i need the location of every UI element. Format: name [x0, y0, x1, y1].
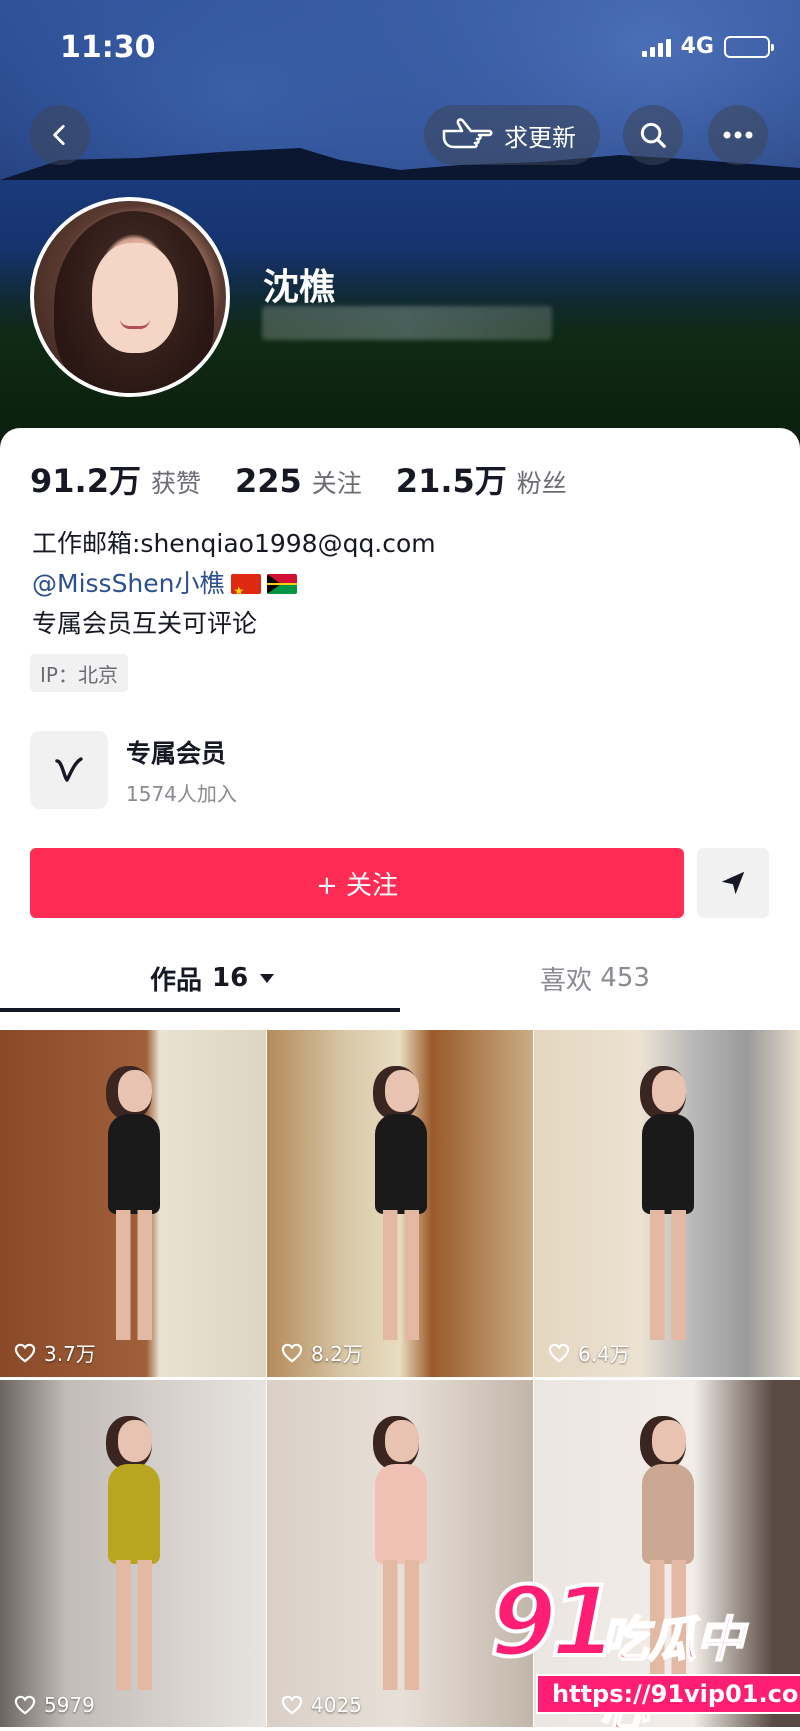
- search-button[interactable]: [623, 105, 683, 165]
- content-tabs: 作品 16 喜欢 453: [0, 948, 800, 1012]
- stat-following-value: 225: [234, 462, 302, 500]
- heart-icon: [14, 1695, 36, 1715]
- bio-mention-link[interactable]: @MissShen小樵: [32, 569, 225, 598]
- more-button[interactable]: [708, 105, 768, 165]
- avatar[interactable]: [30, 197, 230, 397]
- profile-stats: 91.2万 获赞 225 关注 21.5万 粉丝: [30, 456, 567, 502]
- membership-text: 专属会员 1574人加入: [126, 734, 237, 807]
- vanuatu-flag-icon: [266, 574, 297, 594]
- request-update-button[interactable]: 求更新: [424, 105, 600, 165]
- video-likes: 2384: [548, 1693, 629, 1717]
- back-button[interactable]: [30, 105, 90, 165]
- video-likes-count: 2384: [578, 1693, 629, 1717]
- stat-following[interactable]: 225 关注: [235, 462, 362, 500]
- stat-following-label: 关注: [311, 469, 362, 498]
- follow-label: + 关注: [315, 870, 399, 901]
- status-time: 11:30: [60, 30, 156, 65]
- video-thumbnail[interactable]: 5979: [0, 1380, 266, 1727]
- stat-likes-value: 91.2万: [30, 462, 141, 500]
- battery-icon: [724, 35, 774, 58]
- video-likes-count: 8.2万: [311, 1342, 363, 1366]
- stat-followers-value: 21.5万: [395, 462, 507, 500]
- video-likes-count: 4025: [311, 1693, 362, 1717]
- video-figure: [632, 1070, 702, 1350]
- profile-name: 沈樵: [263, 267, 336, 308]
- pointing-hand-icon: [442, 118, 493, 149]
- tab-works-count: 16: [212, 963, 249, 993]
- membership-entry[interactable]: 专属会员 1574人加入: [30, 731, 237, 809]
- video-figure: [632, 1420, 702, 1700]
- request-update-label: 求更新: [504, 123, 576, 152]
- membership-icon-box: [30, 731, 108, 809]
- profile-card: 91.2万 获赞 225 关注 21.5万 粉丝 工作邮箱:shenqiao19…: [0, 428, 800, 1731]
- heart-icon: [14, 1343, 36, 1363]
- signal-icon: [641, 37, 671, 57]
- membership-v-icon: [55, 757, 83, 782]
- video-thumbnail[interactable]: 4025: [267, 1380, 533, 1727]
- heart-icon: [548, 1343, 570, 1363]
- video-likes: 5979: [14, 1693, 95, 1717]
- tab-works-label: 作品: [150, 965, 203, 996]
- status-bar: 11:30 4G: [0, 0, 800, 90]
- search-icon: [640, 122, 666, 148]
- video-likes: 6.4万: [548, 1338, 630, 1367]
- blurred-user-id: [262, 306, 552, 340]
- video-thumbnail[interactable]: 6.4万: [534, 1030, 800, 1377]
- ip-location-tag: IP：北京: [30, 654, 128, 692]
- video-grid: 3.7万 8.2万 6.4万 5979 4025 2384: [0, 1030, 800, 1727]
- video-likes-count: 5979: [44, 1693, 95, 1717]
- bio-email-line: 工作邮箱:shenqiao1998@qq.com: [32, 529, 436, 558]
- tab-works[interactable]: 作品 16: [150, 948, 276, 1008]
- video-likes-count: 3.7万: [44, 1342, 96, 1366]
- video-figure: [365, 1420, 435, 1700]
- video-thumbnail[interactable]: 2384: [534, 1380, 800, 1727]
- stat-likes-label: 获赞: [150, 469, 201, 498]
- more-dots-icon: [723, 131, 753, 139]
- tab-likes-label: 喜欢: [540, 965, 593, 996]
- video-figure: [98, 1420, 168, 1700]
- share-button[interactable]: [697, 848, 769, 918]
- profile-bio: 工作邮箱:shenqiao1998@qq.com @MissShen小樵 专属会…: [32, 524, 436, 644]
- active-tab-indicator: [0, 1008, 400, 1012]
- tab-likes[interactable]: 喜欢 453: [540, 948, 650, 1008]
- video-likes: 3.7万: [14, 1338, 96, 1367]
- bio-mention-line: @MissShen小樵: [32, 564, 436, 611]
- status-indicators: 4G: [641, 34, 774, 59]
- video-thumbnail[interactable]: 8.2万: [267, 1030, 533, 1377]
- heart-icon: [281, 1343, 303, 1363]
- stat-followers[interactable]: 21.5万 粉丝: [396, 456, 567, 502]
- tab-likes-count: 453: [600, 963, 650, 993]
- network-type: 4G: [680, 34, 714, 59]
- follow-button[interactable]: + 关注: [30, 848, 684, 918]
- video-likes-count: 6.4万: [578, 1342, 630, 1366]
- membership-subtitle: 1574人加入: [126, 781, 237, 806]
- chevron-left-icon: [53, 124, 65, 146]
- video-likes: 8.2万: [281, 1338, 363, 1367]
- heart-icon: [281, 1695, 303, 1715]
- video-figure: [365, 1070, 435, 1350]
- send-arrow-icon: [721, 871, 745, 895]
- heart-icon: [548, 1695, 570, 1715]
- membership-title: 专属会员: [126, 738, 227, 768]
- china-flag-icon: [230, 571, 261, 611]
- video-likes: 4025: [281, 1693, 362, 1717]
- video-figure: [98, 1070, 168, 1350]
- stat-followers-label: 粉丝: [516, 469, 567, 498]
- caret-down-icon: [260, 974, 275, 983]
- stat-likes[interactable]: 91.2万 获赞: [30, 456, 201, 502]
- video-thumbnail[interactable]: 3.7万: [0, 1030, 266, 1377]
